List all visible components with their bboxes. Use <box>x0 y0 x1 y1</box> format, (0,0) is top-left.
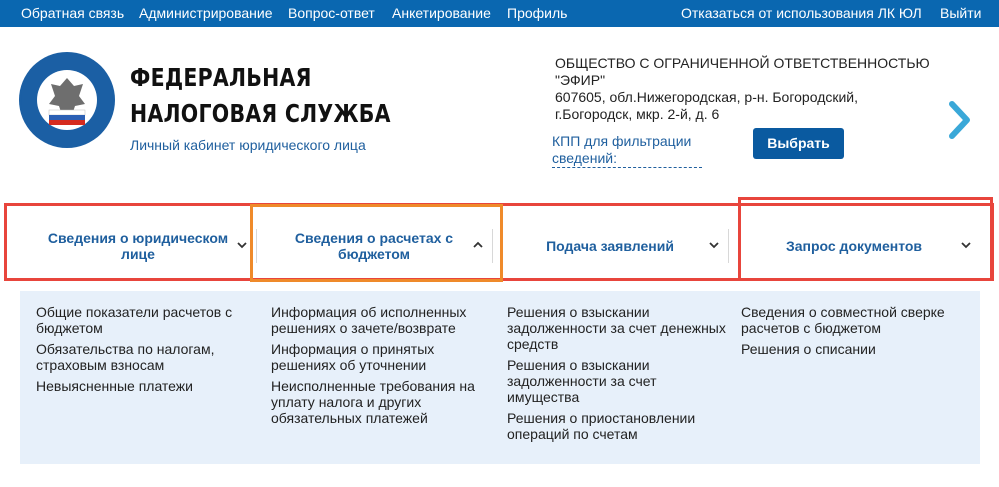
menu-item-recovery-property[interactable]: Решения о взыскании задолженности за сче… <box>507 357 727 405</box>
menu-item-joint-reconciliation[interactable]: Сведения о совместной сверке расчетов с … <box>741 304 971 336</box>
company-name-quoted: "ЭФИР" <box>555 72 606 88</box>
company-address-line1: 607605, обл.Нижегородская, р-н. Богородс… <box>555 89 859 105</box>
select-button[interactable]: Выбрать <box>753 128 844 159</box>
service-title-line1: ФЕДЕРАЛЬНАЯ <box>130 63 312 92</box>
topbar-link-administration[interactable]: Администрирование <box>139 5 273 21</box>
menu-item-suspension-decisions[interactable]: Решения о приостановлении операций по сч… <box>507 410 727 442</box>
service-title-line2: НАЛОГОВАЯ СЛУЖБА <box>130 99 391 128</box>
cabinet-subtitle: Личный кабинет юридического лица <box>130 137 366 153</box>
panel-column-1: Общие показатели расчетов с бюджетом Обя… <box>36 304 256 399</box>
topbar-link-feedback[interactable]: Обратная связь <box>21 5 124 21</box>
menu-item-budget-indicators[interactable]: Общие показатели расчетов с бюджетом <box>36 304 256 336</box>
service-title: ФЕДЕРАЛЬНАЯ НАЛОГОВАЯ СЛУЖБА <box>130 60 391 132</box>
highlight-frame-request-documents <box>738 197 993 281</box>
menu-item-clarification-decisions[interactable]: Информация о принятых решениях об уточне… <box>271 341 491 373</box>
menu-item-recovery-cash[interactable]: Решения о взыскании задолженности за сче… <box>507 304 727 352</box>
company-address-line2: г.Богородск, мкр. 2-й, д. 6 <box>555 106 720 122</box>
menu-item-tax-obligations[interactable]: Обязательства по налогам, страховым взно… <box>36 341 256 373</box>
menu-item-unfulfilled-requirements[interactable]: Неисполненные требования на уплату налог… <box>271 378 491 426</box>
company-info: ОБЩЕСТВО С ОГРАНИЧЕННОЙ ОТВЕТСТВЕННОСТЬЮ… <box>555 55 930 123</box>
menu-item-executed-offset-decisions[interactable]: Информация об исполненных решениях о зач… <box>271 304 491 336</box>
fns-emblem-logo[interactable] <box>19 52 115 148</box>
company-name: ОБЩЕСТВО С ОГРАНИЧЕННОЙ ОТВЕТСТВЕННОСТЬЮ <box>555 55 930 71</box>
panel-column-3: Решения о взыскании задолженности за сче… <box>507 304 727 447</box>
highlight-frame-active-tab <box>250 204 503 282</box>
dropdown-panel: Общие показатели расчетов с бюджетом Обя… <box>20 291 980 464</box>
menu-item-write-off-decisions[interactable]: Решения о списании <box>741 341 971 357</box>
kpp-filter-link[interactable]: КПП для фильтрации сведений: <box>552 133 702 168</box>
topbar-link-survey[interactable]: Анкетирование <box>392 5 491 21</box>
chevron-right-icon[interactable] <box>947 100 973 140</box>
topbar-link-profile[interactable]: Профиль <box>507 5 567 21</box>
panel-column-2: Информация об исполненных решениях о зач… <box>271 304 491 431</box>
menu-item-unclear-payments[interactable]: Невыясненные платежи <box>36 378 256 394</box>
topbar-link-logout[interactable]: Выйти <box>940 5 981 21</box>
panel-column-4: Сведения о совместной сверке расчетов с … <box>741 304 971 362</box>
topbar-link-faq[interactable]: Вопрос-ответ <box>288 5 375 21</box>
top-navigation-bar: Обратная связь Администрирование Вопрос-… <box>0 0 999 27</box>
topbar-link-opt-out[interactable]: Отказаться от использования ЛК ЮЛ <box>681 5 922 21</box>
